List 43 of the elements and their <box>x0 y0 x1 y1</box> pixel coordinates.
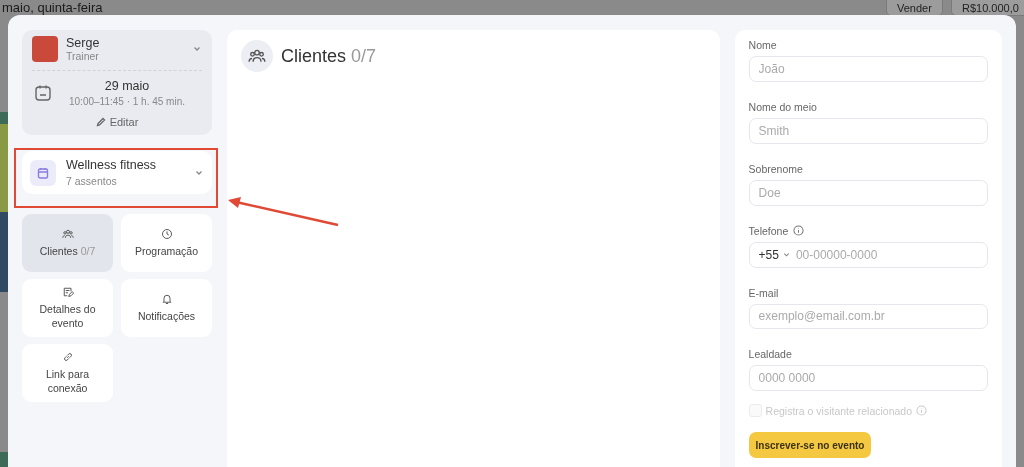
field-label: Lealdade <box>748 348 792 361</box>
input-field[interactable]: Smith <box>748 117 988 144</box>
phone-field[interactable]: +55 00-00000-0000 <box>748 241 988 268</box>
note-icon <box>61 285 74 298</box>
trainer-role: Trainer <box>66 50 100 62</box>
people-icon <box>241 40 273 72</box>
people-icon <box>61 227 74 240</box>
seat-count: 7 assentos <box>66 175 118 187</box>
nav-tile[interactable]: Detalhes do evento <box>22 279 113 337</box>
country-code-dropdown[interactable]: +55 <box>758 247 790 262</box>
link-icon <box>61 350 74 363</box>
field-label: Nome <box>748 39 777 51</box>
pencil-icon <box>95 117 106 127</box>
info-icon[interactable] <box>793 225 805 237</box>
panel-title: Clientes 0/7 <box>281 45 377 67</box>
field-label: Nome do meio <box>748 100 817 113</box>
page-title: maio, quinta-feira <box>2 0 103 15</box>
service-name: Wellness fitness <box>66 158 158 172</box>
input-field[interactable]: 0000 0000 <box>748 365 988 392</box>
nav-tile[interactable]: Link para conexão <box>22 344 113 402</box>
avatar-photo <box>32 36 58 62</box>
calendar-icon <box>34 84 52 102</box>
nav-tile[interactable]: Notificações <box>121 279 212 337</box>
field-label: Sobrenome <box>748 162 803 175</box>
nav-tile[interactable]: Clientes 0/7 <box>22 214 113 272</box>
event-date: 29 maio <box>104 79 150 93</box>
input-field[interactable]: exemplo@email.com.br <box>748 303 988 330</box>
chevron-down-icon[interactable] <box>782 251 790 259</box>
event-time: 10:00–11:45 · 1 h. 45 min. <box>69 96 185 107</box>
input-field[interactable]: João <box>748 56 988 82</box>
background-button[interactable]: R$10.000,0 <box>951 0 1024 16</box>
nav-tile[interactable]: Programação <box>121 214 212 272</box>
bell-icon <box>160 292 173 305</box>
input-field[interactable]: Doe <box>748 179 988 206</box>
service-selector[interactable]: Wellness fitness 7 assentos <box>22 151 212 194</box>
field-label: E-mail <box>748 286 779 299</box>
clock-icon <box>160 227 173 240</box>
register-button[interactable]: Inscrever-se no evento <box>748 432 872 459</box>
trainer-name: Serge <box>66 36 101 50</box>
edit-button[interactable]: Editar <box>89 115 145 129</box>
calendar-icon <box>30 159 56 186</box>
field-label: Telefone <box>748 224 789 237</box>
background-button[interactable]: Vender <box>886 0 943 16</box>
